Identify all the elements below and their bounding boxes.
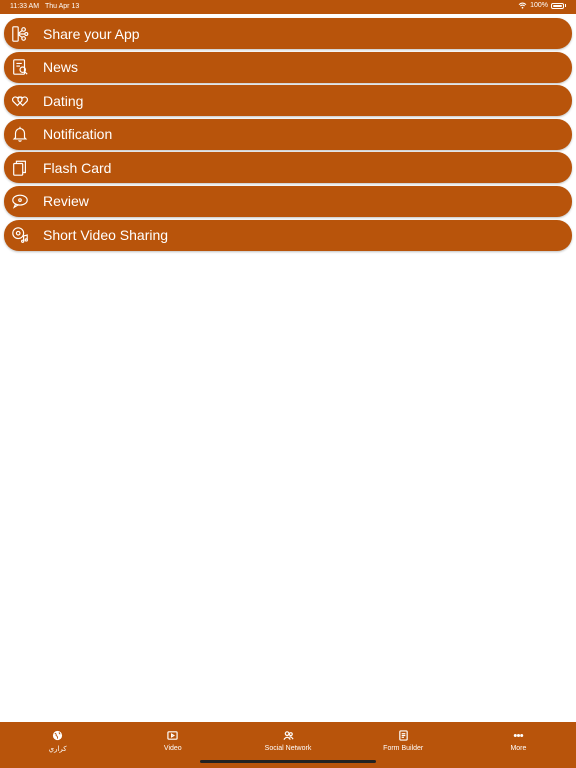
review-bubble-icon: [10, 191, 30, 211]
flash-card-icon: [10, 158, 30, 178]
bell-icon: [10, 124, 30, 144]
news-icon: [10, 57, 30, 77]
tab-more[interactable]: More: [461, 722, 576, 768]
battery-percentage: 100%: [530, 2, 548, 9]
menu-item-notification[interactable]: Notification: [4, 118, 572, 150]
people-icon: [282, 731, 294, 740]
battery-tip: [565, 4, 566, 7]
globe-icon: [53, 730, 63, 741]
menu-item-share-your-app[interactable]: Share your App: [4, 18, 572, 49]
menu-item-news[interactable]: News: [4, 51, 572, 83]
menu-item-label: Short Video Sharing: [43, 227, 169, 244]
status-date: Thu Apr 13: [45, 3, 80, 10]
wifi-icon: [518, 2, 527, 9]
dating-hearts-icon: [10, 91, 30, 111]
share-app-icon: [10, 24, 30, 44]
tab-label: Social Network: [264, 745, 312, 752]
menu-item-label: Share your App: [43, 25, 140, 42]
menu-item-label: Review: [43, 193, 89, 210]
menu-item-review[interactable]: Review: [4, 185, 572, 217]
menu-item-label: News: [43, 59, 79, 76]
menu-list: Share your App News Dating Notification …: [4, 18, 572, 253]
tab-label: كراري: [48, 746, 67, 753]
video-icon: [167, 731, 178, 740]
more-dots-icon: [513, 733, 524, 738]
tab-label: Form Builder: [383, 745, 424, 752]
menu-item-short-video-sharing[interactable]: Short Video Sharing: [4, 219, 572, 251]
video-music-icon: [10, 225, 30, 245]
status-indicators: 100%: [518, 2, 566, 9]
home-indicator[interactable]: [200, 760, 376, 763]
tab-home[interactable]: كراري: [0, 722, 115, 768]
tab-label: Video: [163, 745, 182, 752]
menu-item-label: Notification: [43, 126, 113, 143]
menu-item-dating[interactable]: Dating: [4, 85, 572, 117]
battery-icon: [551, 2, 564, 9]
menu-item-flash-card[interactable]: Flash Card: [4, 152, 572, 184]
menu-item-label: Flash Card: [43, 159, 112, 176]
form-icon: [398, 730, 408, 741]
status-bar: 11:33 AM Thu Apr 13 100%: [0, 0, 576, 14]
menu-item-label: Dating: [43, 92, 84, 109]
tab-label: More: [510, 745, 527, 752]
status-time: 11:33 AM: [10, 3, 40, 10]
